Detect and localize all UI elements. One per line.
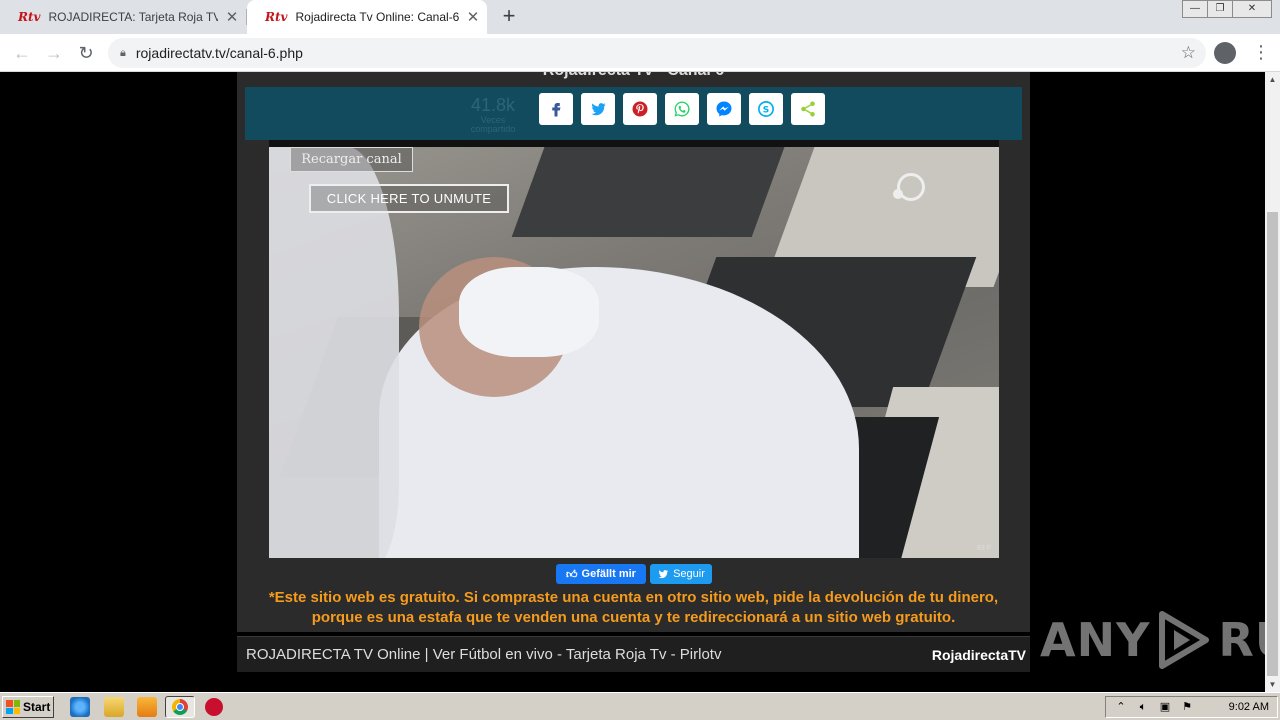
rtv-favicon-icon: Rtv bbox=[265, 10, 288, 24]
site-footer: ROJADIRECTA TV Online | Ver Fútbol en vi… bbox=[237, 636, 1030, 672]
tab-close-icon[interactable]: ✕ bbox=[459, 8, 487, 26]
whatsapp-share-button[interactable] bbox=[665, 93, 699, 125]
video-frame[interactable]: Recargar canal CLICK HERE TO UNMUTE 83 F bbox=[269, 147, 999, 558]
chrome-task-button[interactable] bbox=[165, 696, 195, 718]
scrollbar-thumb[interactable] bbox=[1267, 212, 1278, 676]
back-arrow-icon[interactable]: ← bbox=[10, 41, 34, 65]
reload-channel-button[interactable]: Recargar canal bbox=[290, 147, 413, 172]
share-count: 41.8k Veces compartido bbox=[470, 95, 516, 134]
forward-arrow-icon[interactable]: → bbox=[42, 41, 66, 65]
volume-icon[interactable]: 🔈︎ bbox=[1136, 701, 1150, 713]
social-follow: 👍︎ Gefällt mir Seguir bbox=[556, 564, 712, 584]
floor-tile bbox=[511, 147, 807, 237]
share-bar: 41.8k Veces compartido S bbox=[245, 87, 1022, 140]
tab-canal-6[interactable]: Rtv Rojadirecta Tv Online: Canal-6 ✕ bbox=[247, 0, 487, 34]
play-triangle-icon bbox=[1159, 611, 1210, 669]
clock[interactable]: 9:02 AM bbox=[1229, 701, 1269, 713]
twitter-icon bbox=[591, 103, 606, 116]
chrome-icon bbox=[172, 699, 188, 715]
close-window-button[interactable]: ✕ bbox=[1232, 0, 1272, 18]
restore-button[interactable]: ❐ bbox=[1207, 0, 1233, 18]
internet-explorer-icon[interactable] bbox=[70, 697, 90, 717]
flag-icon[interactable]: ⚑ bbox=[1180, 701, 1194, 713]
disclaimer-text: *Este sitio web es gratuito. Si comprast… bbox=[268, 589, 999, 626]
windows-logo-icon bbox=[6, 700, 20, 714]
system-tray: ⌃ 🔈︎ ▣ ⚑ 9:02 AM bbox=[1105, 696, 1278, 718]
svg-text:S: S bbox=[763, 105, 769, 115]
network-icon[interactable]: ▣ bbox=[1158, 701, 1172, 713]
kebab-menu-icon[interactable]: ⋮ bbox=[1252, 42, 1270, 64]
thumbs-up-icon: 👍︎ bbox=[566, 568, 578, 581]
url-text: rojadirectatv.tv/canal-6.php bbox=[135, 45, 303, 61]
tab-title: Rojadirecta Tv Online: Canal-6 bbox=[295, 10, 460, 24]
video-player[interactable]: Recargar canal CLICK HERE TO UNMUTE 83 F bbox=[269, 140, 999, 558]
anyrun-watermark: ANY RUN bbox=[1040, 610, 1265, 670]
page-title: Rojadirecta Tv - Canal 6 bbox=[237, 72, 1030, 80]
page-viewport: Rojadirecta Tv - Canal 6 41.8k Veces com… bbox=[0, 72, 1265, 692]
skype-share-button[interactable]: S bbox=[749, 93, 783, 125]
page-scrollbar[interactable]: ▲ ▼ bbox=[1265, 72, 1280, 692]
twitter-share-button[interactable] bbox=[581, 93, 615, 125]
facebook-share-button[interactable] bbox=[539, 93, 573, 125]
messenger-icon bbox=[716, 101, 732, 117]
tab-strip: Rtv ROJADIRECTA: Tarjeta Roja TV - Pir ✕… bbox=[0, 0, 1280, 34]
more-share-button[interactable] bbox=[791, 93, 825, 125]
share-icon bbox=[801, 101, 815, 117]
browser-toolbar: ← → ↻ 🔒︎ rojadirectatv.tv/canal-6.php ☆ … bbox=[0, 34, 1280, 72]
opera-icon[interactable] bbox=[205, 698, 223, 716]
scroll-up-arrow-icon[interactable]: ▲ bbox=[1265, 72, 1280, 87]
new-tab-button[interactable]: + bbox=[496, 4, 522, 30]
address-bar[interactable]: 🔒︎ rojadirectatv.tv/canal-6.php ☆ bbox=[108, 38, 1206, 68]
facebook-icon bbox=[552, 103, 561, 117]
whatsapp-icon bbox=[674, 101, 690, 117]
video-corner-mark: 83 F bbox=[976, 545, 991, 552]
white-shirt-shape bbox=[459, 267, 599, 357]
facebook-like-button[interactable]: 👍︎ Gefällt mir bbox=[556, 564, 646, 584]
reload-icon[interactable]: ↻ bbox=[74, 41, 98, 65]
tab-title: ROJADIRECTA: Tarjeta Roja TV - Pir bbox=[48, 10, 219, 24]
pinterest-share-button[interactable] bbox=[623, 93, 657, 125]
twitter-follow-button[interactable]: Seguir bbox=[650, 564, 712, 584]
messenger-share-button[interactable] bbox=[707, 93, 741, 125]
skype-icon: S bbox=[758, 101, 774, 117]
twitter-bird-icon bbox=[658, 570, 669, 579]
unmute-button[interactable]: CLICK HERE TO UNMUTE bbox=[309, 184, 509, 213]
media-player-icon[interactable] bbox=[137, 697, 157, 717]
rtv-favicon-icon: Rtv bbox=[18, 10, 41, 24]
windows-taskbar: Start ⌃ 🔈︎ ▣ ⚑ 9:02 AM bbox=[0, 692, 1280, 720]
lock-icon: 🔒︎ bbox=[120, 46, 126, 59]
minimize-button[interactable]: — bbox=[1182, 0, 1208, 18]
tab-close-icon[interactable]: ✕ bbox=[218, 8, 246, 26]
pinterest-icon bbox=[632, 101, 648, 117]
folder-icon[interactable] bbox=[104, 697, 124, 717]
footer-site-description: ROJADIRECTA TV Online | Ver Fútbol en vi… bbox=[246, 646, 722, 663]
tray-expand-icon[interactable]: ⌃ bbox=[1114, 701, 1128, 713]
profile-avatar-icon[interactable] bbox=[1214, 42, 1236, 64]
start-button[interactable]: Start bbox=[2, 696, 54, 718]
bookmark-star-icon[interactable]: ☆ bbox=[1181, 43, 1196, 63]
scroll-down-arrow-icon[interactable]: ▼ bbox=[1265, 677, 1280, 692]
loading-spinner-dot bbox=[893, 189, 903, 199]
tab-rojadirecta-home[interactable]: Rtv ROJADIRECTA: Tarjeta Roja TV - Pir ✕ bbox=[0, 0, 246, 34]
footer-brand-link[interactable]: RojadirectaTV bbox=[932, 647, 1026, 663]
main-content: Rojadirecta Tv - Canal 6 41.8k Veces com… bbox=[237, 72, 1030, 632]
window-controls: — ❐ ✕ bbox=[1182, 0, 1272, 18]
